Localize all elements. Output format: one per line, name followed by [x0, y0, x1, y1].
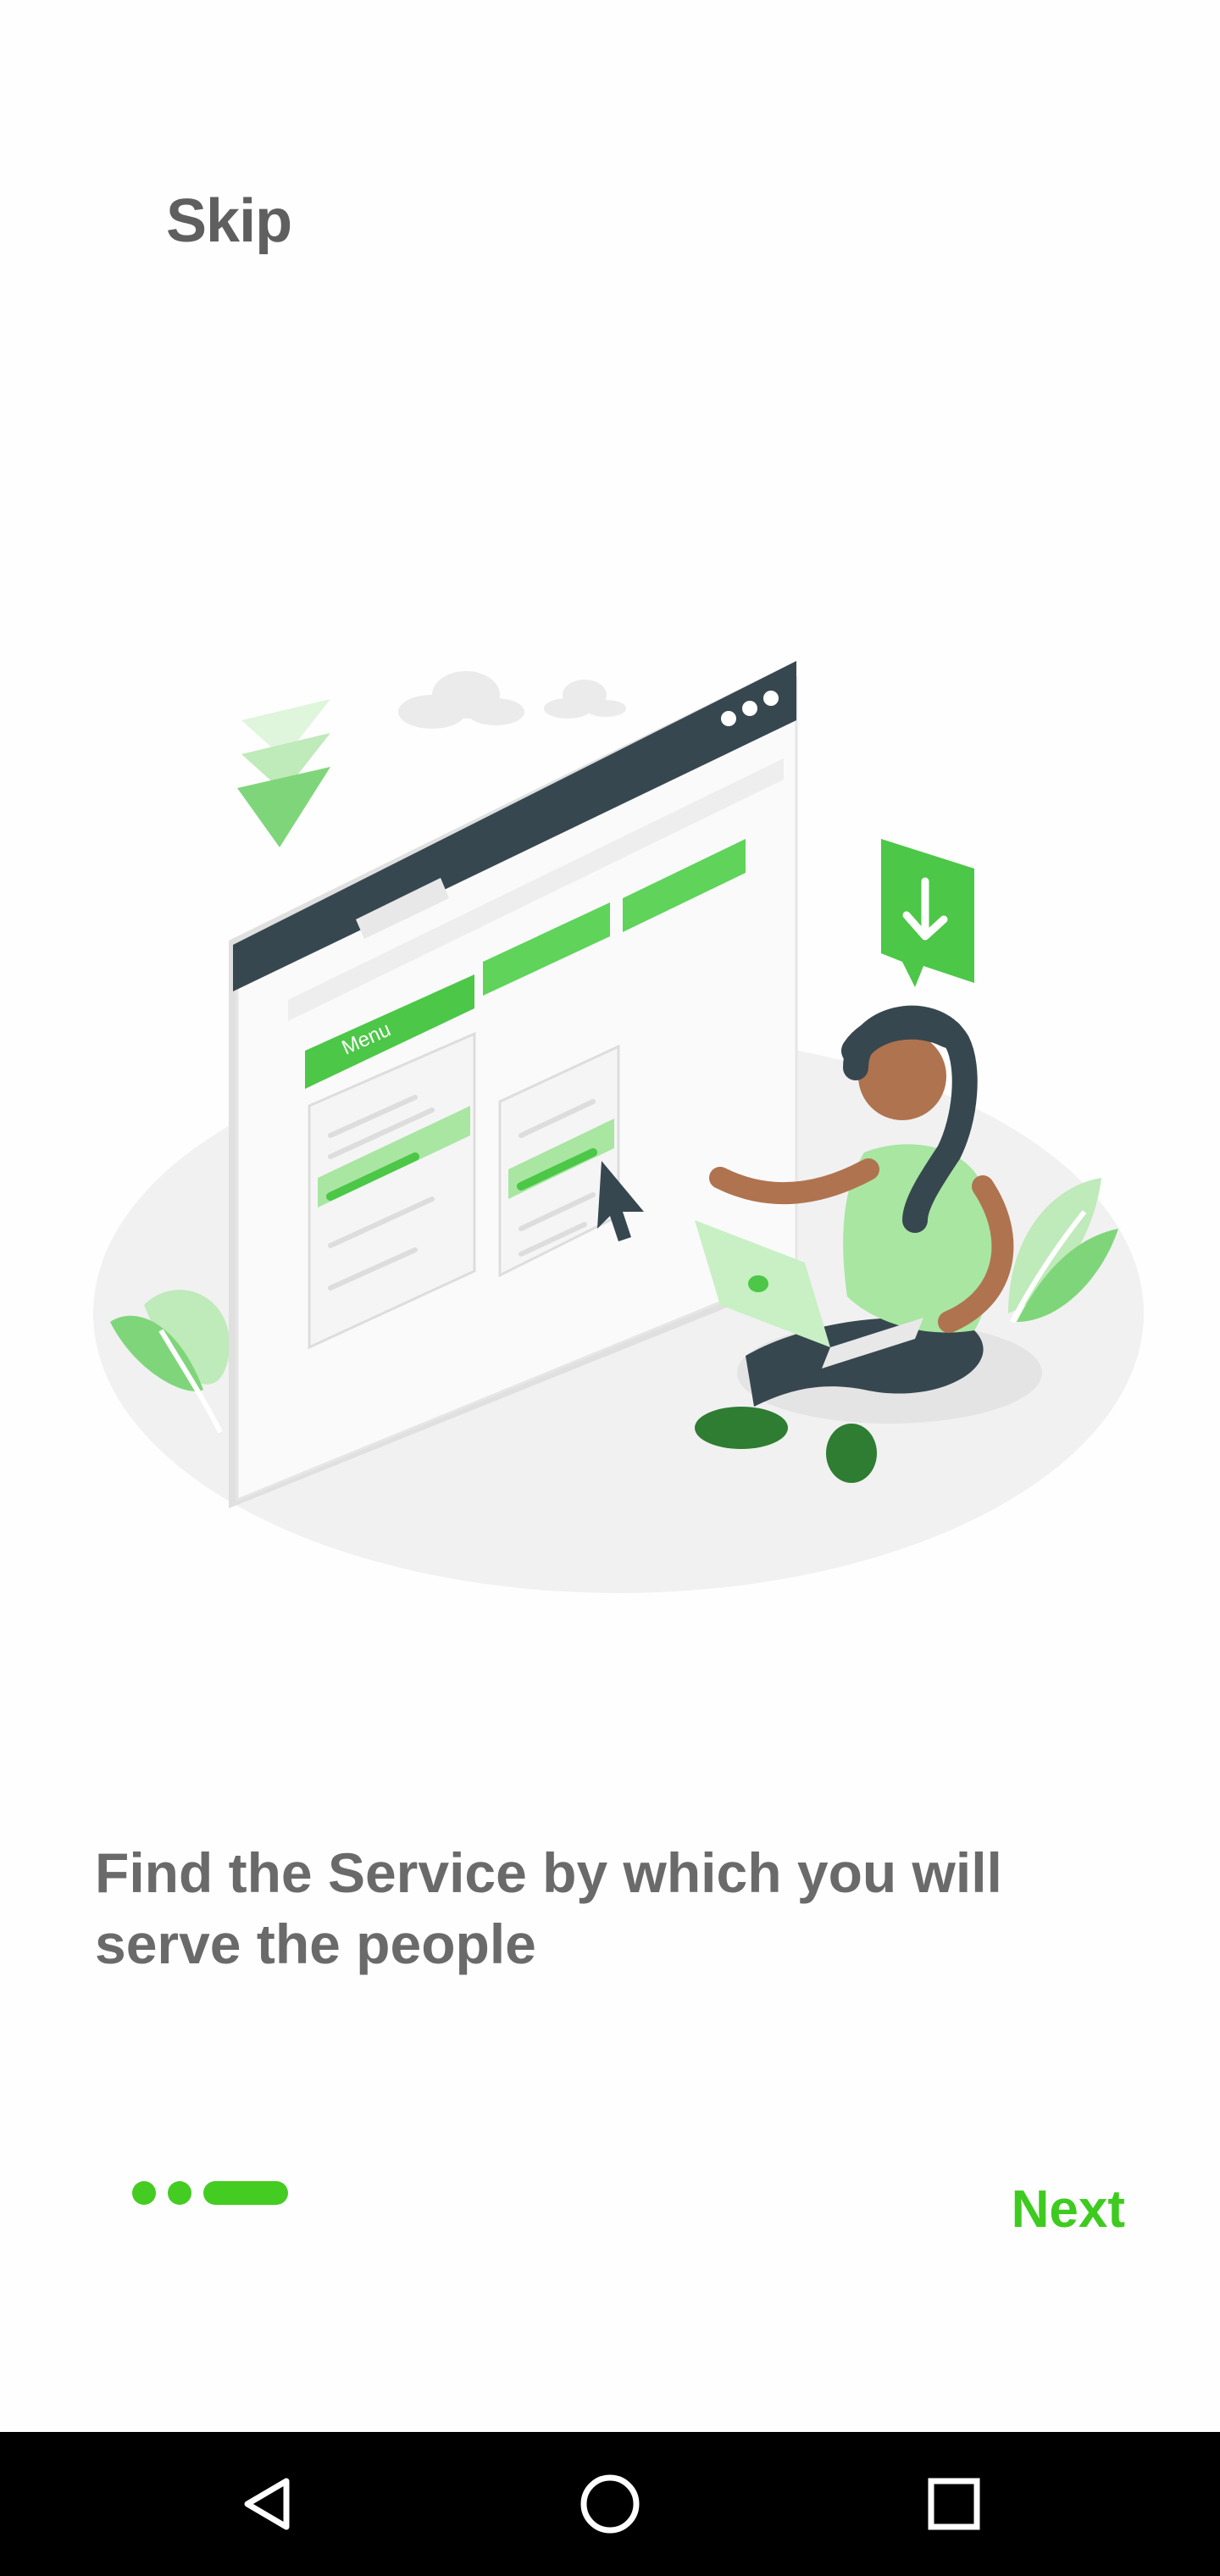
page-dot-1 — [132, 2181, 156, 2205]
system-navigation-bar — [0, 2432, 1220, 2576]
next-button[interactable]: Next — [1012, 2179, 1125, 2240]
onboarding-screen: Skip Menu Find the Service by which you … — [0, 0, 1220, 2576]
onboarding-headline: Find the Service by which you will serve… — [95, 1841, 1002, 1975]
onboarding-illustration: Menu — [93, 661, 1144, 1593]
home-circle-icon[interactable] — [559, 2453, 661, 2555]
download-icon — [881, 839, 974, 987]
page-dot-3-active — [203, 2181, 288, 2205]
recents-square-icon[interactable] — [903, 2453, 1005, 2555]
skip-button[interactable]: Skip — [166, 186, 292, 256]
back-triangle-icon[interactable] — [216, 2453, 318, 2555]
page-dot-2 — [168, 2181, 191, 2205]
page-indicator — [132, 2181, 288, 2205]
